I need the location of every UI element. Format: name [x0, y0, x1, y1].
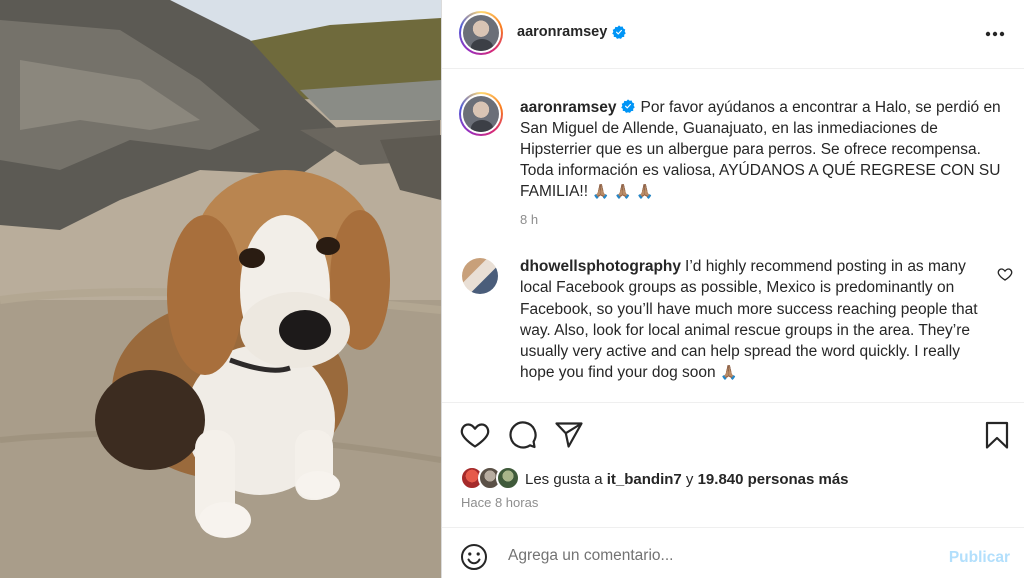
post-header: aaronramsey	[442, 0, 1024, 69]
caption-text: aaronramsey Por favor ayúdanos a encontra…	[520, 97, 1010, 203]
likes-row: Les gusta a it_bandin7 y 19.840 personas…	[442, 464, 1024, 492]
header-username[interactable]: aaronramsey	[517, 24, 607, 40]
likes-prefix: Les gusta a	[525, 471, 607, 488]
post-photo[interactable]	[0, 0, 441, 578]
post-panel: aaronramsey aaronramsey Por favor ayúdano…	[441, 0, 1024, 578]
comment-avatar[interactable]	[462, 258, 498, 294]
heart-icon[interactable]	[459, 419, 491, 451]
caption-time[interactable]: 8 h	[520, 212, 538, 227]
likes-text: Les gusta a it_bandin7 y 19.840 personas…	[525, 471, 849, 488]
comment-body: I’d highly recommend posting in as many …	[520, 258, 978, 382]
liker-avatar	[496, 466, 520, 490]
smiley-icon[interactable]	[460, 543, 488, 571]
caption-emojis: 🙏🏽 🙏🏽 🙏🏽	[592, 184, 654, 200]
comments-section[interactable]: aaronramsey Por favor ayúdanos a encontra…	[442, 70, 1024, 402]
likes-middle: y	[681, 471, 698, 488]
bookmark-icon[interactable]	[981, 419, 1013, 451]
publish-button[interactable]: Publicar	[949, 549, 1010, 567]
action-bar	[442, 402, 1024, 464]
comment-username[interactable]: dhowellsphotography	[520, 258, 681, 275]
verified-badge-icon	[620, 99, 635, 113]
header-avatar[interactable]	[459, 11, 503, 55]
comment-icon[interactable]	[506, 419, 538, 451]
liker-avatars[interactable]	[460, 466, 524, 490]
post-time[interactable]: Hace 8 horas	[461, 495, 538, 510]
beagle-photo	[0, 0, 441, 578]
caption-avatar[interactable]	[459, 92, 503, 136]
comment-input[interactable]	[508, 542, 928, 570]
share-icon[interactable]	[553, 419, 585, 451]
likes-count[interactable]: 19.840 personas más	[698, 471, 849, 488]
more-options-icon[interactable]	[983, 22, 1007, 46]
verified-badge-icon	[612, 25, 627, 39]
add-comment-bar: Publicar	[442, 527, 1024, 578]
comment-like-heart-icon[interactable]	[997, 266, 1013, 282]
comment-text: dhowellsphotography I’d highly recommend …	[520, 256, 990, 385]
header-username-row[interactable]: aaronramsey	[517, 24, 627, 40]
comment-emoji: 🙏🏽	[719, 365, 738, 382]
likes-user[interactable]: it_bandin7	[607, 471, 682, 488]
caption-username[interactable]: aaronramsey	[520, 99, 617, 116]
